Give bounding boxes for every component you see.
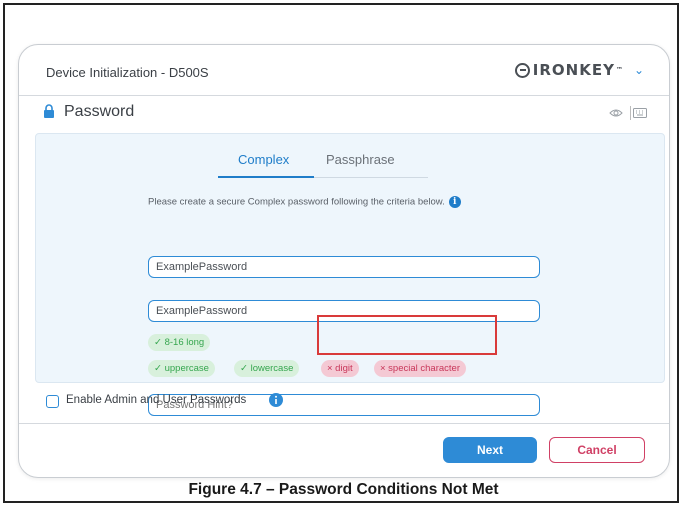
criteria-digit: × digit <box>321 360 359 377</box>
next-button[interactable]: Next <box>443 437 537 463</box>
brand-name: IRONKEY <box>532 61 615 79</box>
admin-user-label: Enable Admin and User Passwords <box>66 394 247 406</box>
criteria-lowercase: ✓ lowercase <box>234 360 300 377</box>
admin-user-checkbox[interactable] <box>46 395 59 408</box>
brand-trademark: ™ <box>615 66 624 74</box>
unmet-criteria-highlight <box>317 315 497 355</box>
title-bar: Device Initialization - D500S IRONKEY ™ … <box>19 45 669 96</box>
criteria-length: ✓ 8-16 long <box>148 334 211 351</box>
section-title: Password <box>64 103 135 120</box>
criteria-special-character: × special character <box>374 360 466 377</box>
footer-divider <box>19 423 669 424</box>
info-icon[interactable] <box>269 393 283 407</box>
keyboard-icon[interactable] <box>633 108 647 118</box>
device-init-dialog: Device Initialization - D500S IRONKEY ™ … <box>18 44 670 478</box>
active-tab-indicator <box>218 176 314 178</box>
criteria-uppercase: ✓ uppercase <box>148 360 215 377</box>
figure-caption: Figure 4.7 – Password Conditions Not Met <box>188 481 499 498</box>
tab-passphrase[interactable]: Passphrase <box>326 152 395 167</box>
cancel-button[interactable]: Cancel <box>549 437 645 463</box>
instruction-text: Please create a secure Complex password … <box>148 196 461 208</box>
password-section-header: Password <box>19 96 669 130</box>
ironkey-logo-icon <box>514 62 530 78</box>
info-icon[interactable]: i <box>448 196 461 208</box>
chevron-down-icon[interactable]: ⌄ <box>634 63 645 77</box>
eye-icon[interactable] <box>609 108 623 118</box>
toolbar-divider <box>630 106 631 120</box>
brand-logo[interactable]: IRONKEY ™ ⌄ <box>514 61 645 79</box>
tab-complex[interactable]: Complex <box>238 152 289 167</box>
password-field[interactable] <box>148 256 540 278</box>
window-title: Device Initialization - D500S <box>46 65 209 80</box>
instruction-label: Please create a secure Complex password … <box>148 196 445 208</box>
lock-icon <box>44 104 54 118</box>
